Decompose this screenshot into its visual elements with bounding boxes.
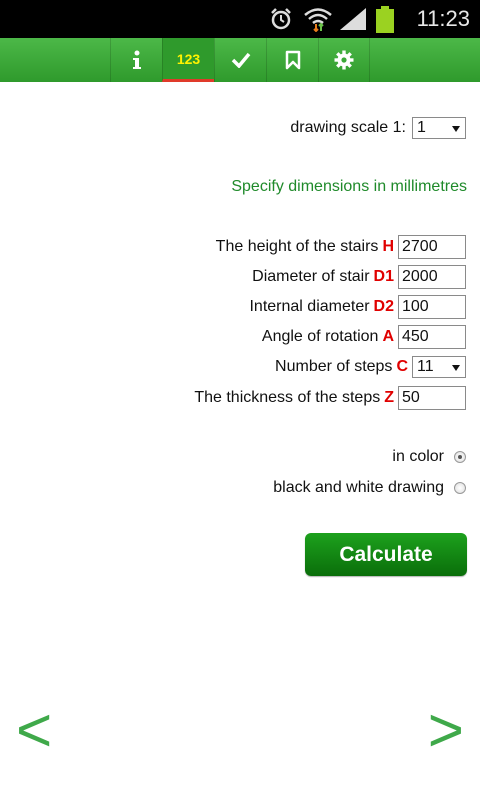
bw-radio[interactable] [454, 482, 466, 494]
internal-row: Internal diameter D2 [249, 295, 466, 319]
clock: 11:23 [416, 6, 470, 31]
signal-icon [340, 8, 366, 30]
scale-label: drawing scale 1: [290, 119, 406, 136]
steps-select[interactable]: 11 [412, 356, 466, 378]
height-var: H [382, 238, 394, 255]
alarm-icon [271, 8, 291, 30]
bookmark-icon [285, 50, 300, 70]
internal-var: D2 [373, 298, 394, 315]
angle-label: Angle of rotation [261, 328, 379, 345]
diameter-input[interactable] [398, 265, 466, 289]
angle-var: A [382, 328, 394, 345]
angle-input[interactable] [398, 325, 466, 349]
diameter-label: Diameter of stair [252, 268, 370, 285]
numbers-icon: 123 [176, 50, 201, 67]
calculate-button[interactable]: Calculate [305, 533, 467, 576]
dropdown-arrow-icon [452, 365, 460, 371]
next-arrow-icon[interactable]: > [428, 700, 464, 762]
prev-arrow-icon[interactable]: < [16, 700, 52, 762]
top-toolbar: 123 [0, 38, 480, 82]
height-label: The height of the stairs [215, 238, 379, 255]
units-hint: Specify dimensions in millimetres [231, 178, 467, 195]
internal-input[interactable] [398, 295, 466, 319]
color-option-label: in color [392, 448, 444, 465]
thickness-row: The thickness of the steps Z [194, 386, 466, 410]
diameter-row: Diameter of stair D1 [252, 265, 466, 289]
height-row: The height of the stairs H [216, 235, 466, 259]
internal-label: Internal diameter [249, 298, 370, 315]
steps-value: 11 [417, 358, 434, 375]
tab-bookmark[interactable] [266, 38, 318, 82]
steps-var: C [396, 358, 408, 375]
wifi-icon [304, 8, 332, 32]
thickness-var: Z [384, 389, 394, 406]
bw-option[interactable]: black and white drawing [273, 479, 466, 497]
bw-option-label: black and white drawing [273, 479, 444, 496]
color-option[interactable]: in color [392, 448, 466, 466]
dropdown-arrow-icon [452, 126, 460, 132]
thickness-label: The thickness of the steps [194, 389, 381, 406]
status-bar: 11:23 [0, 0, 480, 38]
battery-icon [376, 6, 394, 33]
tab-info[interactable] [110, 38, 162, 82]
height-input[interactable] [398, 235, 466, 259]
check-icon [231, 52, 250, 68]
gear-icon [334, 50, 354, 70]
steps-row: Number of steps C 11 [275, 356, 466, 378]
info-icon [132, 50, 141, 69]
tab-params[interactable]: 123 [162, 38, 214, 82]
color-radio[interactable] [454, 451, 466, 463]
tab-check[interactable] [214, 38, 266, 82]
scale-select[interactable]: 1 [412, 117, 466, 139]
scale-row: drawing scale 1: 1 [290, 117, 466, 139]
tab-settings[interactable] [318, 38, 370, 82]
thickness-input[interactable] [398, 386, 466, 410]
scale-value: 1 [417, 119, 426, 136]
steps-label: Number of steps [275, 358, 393, 375]
diameter-var: D1 [373, 268, 394, 285]
angle-row: Angle of rotation A [262, 325, 466, 349]
